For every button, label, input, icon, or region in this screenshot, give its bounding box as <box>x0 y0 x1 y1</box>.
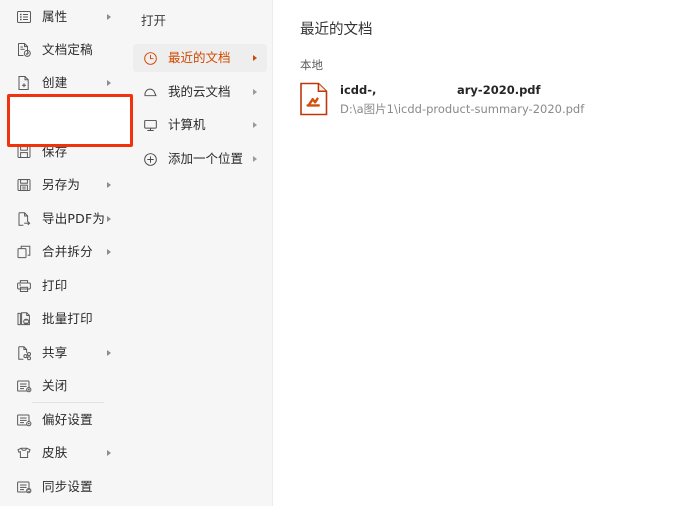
create-icon <box>13 72 35 94</box>
chevron-right-icon <box>253 89 257 95</box>
recent-document-text: icdd-, ary-2020.pdf D:\a图片1\icdd-product… <box>340 80 670 116</box>
sidebar-item-label: 合并拆分 <box>42 243 93 259</box>
menu-item-recent-documents[interactable]: 最近的文档 <box>133 44 267 72</box>
sidebar-item-label: 共享 <box>42 344 68 360</box>
sidebar-item-properties[interactable]: 属性 <box>8 2 120 32</box>
open-panel-title: 打开 <box>141 13 167 28</box>
sidebar-item-export-pdf[interactable]: 导出PDF为 <box>8 204 120 234</box>
plus-circle-icon <box>140 149 160 169</box>
sidebar-item-label: 保存 <box>42 143 68 159</box>
merge-split-icon <box>13 241 35 263</box>
section-label-local: 本地 <box>300 58 323 72</box>
save-as-icon <box>13 174 35 196</box>
recent-documents-pane: 最近的文档 本地 icdd-, ary-2020.pdf D:\a图片1\icd… <box>273 0 700 506</box>
recent-document-list-item[interactable]: icdd-, ary-2020.pdf D:\a图片1\icdd-product… <box>293 80 693 120</box>
sidebar-item-preferences[interactable]: 偏好设置 <box>8 405 120 435</box>
chevron-right-icon <box>107 350 111 356</box>
chevron-right-icon <box>253 156 257 162</box>
chevron-right-icon <box>107 450 111 456</box>
sidebar-item-label: 导出PDF为 <box>42 210 106 226</box>
save-icon <box>13 141 35 163</box>
sidebar-item-label: 关闭 <box>42 377 68 393</box>
open-icon <box>13 109 35 131</box>
sidebar-item-save[interactable]: 保存 <box>8 137 120 167</box>
sidebar-item-batch-print[interactable]: 批量打印 <box>8 304 120 334</box>
chevron-right-icon <box>107 117 111 123</box>
chevron-right-icon <box>107 216 111 222</box>
finalize-icon <box>13 39 35 61</box>
cloud-icon <box>140 82 160 102</box>
recent-document-path: D:\a图片1\icdd-product-summary-2020.pdf <box>340 102 585 116</box>
backstage-sidebar: 属性 文档定稿 创建 打开 保存 另存为 导出PDF为 合并拆分 打印 批量打印… <box>0 0 133 506</box>
clock-icon <box>140 48 160 68</box>
open-submenu-panel: 打开 最近的文档 我的云文档 计算机 添加一个位置 <box>127 0 273 506</box>
sidebar-item-label: 皮肤 <box>42 444 68 460</box>
computer-icon <box>140 115 160 135</box>
recent-document-name-part-1: icdd-, <box>340 83 377 97</box>
sidebar-item-label: 偏好设置 <box>42 411 93 427</box>
sidebar-item-skin[interactable]: 皮肤 <box>8 438 120 468</box>
recent-document-name-part-2: ary-2020.pdf <box>457 83 541 97</box>
chevron-right-icon <box>107 80 111 86</box>
sidebar-item-label: 属性 <box>42 8 68 24</box>
wps-backstage-window: 属性 文档定稿 创建 打开 保存 另存为 导出PDF为 合并拆分 打印 批量打印… <box>0 0 700 506</box>
sidebar-item-label: 同步设置 <box>42 478 93 494</box>
panel-separator <box>272 0 273 506</box>
export-pdf-icon <box>13 208 35 230</box>
chevron-right-icon <box>107 182 111 188</box>
sidebar-item-label: 另存为 <box>42 176 81 192</box>
sidebar-item-label: 打印 <box>42 277 68 293</box>
preferences-icon <box>13 409 35 431</box>
sync-settings-icon <box>13 476 35 498</box>
chevron-right-icon <box>107 249 111 255</box>
print-icon <box>13 275 35 297</box>
pdf-file-icon <box>299 82 331 118</box>
menu-item-computer[interactable]: 计算机 <box>133 111 267 139</box>
skin-icon <box>13 442 35 464</box>
sidebar-item-merge-split[interactable]: 合并拆分 <box>8 237 120 267</box>
sidebar-item-sync-settings[interactable]: 同步设置 <box>8 472 120 502</box>
sidebar-item-label: 打开 <box>42 111 68 127</box>
recent-document-name: icdd-, ary-2020.pdf <box>340 83 670 98</box>
sidebar-item-label: 文档定稿 <box>42 41 93 57</box>
chevron-right-icon <box>107 14 111 20</box>
sidebar-item-label: 批量打印 <box>42 310 93 326</box>
sidebar-item-share[interactable]: 共享 <box>8 338 120 368</box>
chevron-right-icon <box>253 122 257 128</box>
page-title: 最近的文档 <box>300 22 373 38</box>
chevron-right-icon <box>253 55 257 61</box>
share-icon <box>13 342 35 364</box>
menu-item-label: 我的云文档 <box>168 83 231 99</box>
sidebar-item-create[interactable]: 创建 <box>8 68 120 98</box>
sidebar-item-label: 创建 <box>42 74 68 90</box>
sidebar-divider <box>32 402 104 403</box>
menu-item-label: 添加一个位置 <box>168 150 244 166</box>
sidebar-item-open[interactable]: 打开 <box>8 104 120 136</box>
batch-print-icon <box>13 308 35 330</box>
sidebar-item-print[interactable]: 打印 <box>8 271 120 301</box>
properties-icon <box>13 6 35 28</box>
sidebar-item-save-as[interactable]: 另存为 <box>8 170 120 200</box>
sidebar-item-close-document[interactable]: 关闭 <box>8 371 120 401</box>
close-doc-icon <box>13 375 35 397</box>
sidebar-item-finalize[interactable]: 文档定稿 <box>8 35 120 65</box>
menu-item-add-a-place[interactable]: 添加一个位置 <box>133 145 267 173</box>
menu-item-label: 最近的文档 <box>168 49 231 65</box>
menu-item-label: 计算机 <box>168 116 206 132</box>
menu-item-my-cloud-documents[interactable]: 我的云文档 <box>133 78 267 106</box>
